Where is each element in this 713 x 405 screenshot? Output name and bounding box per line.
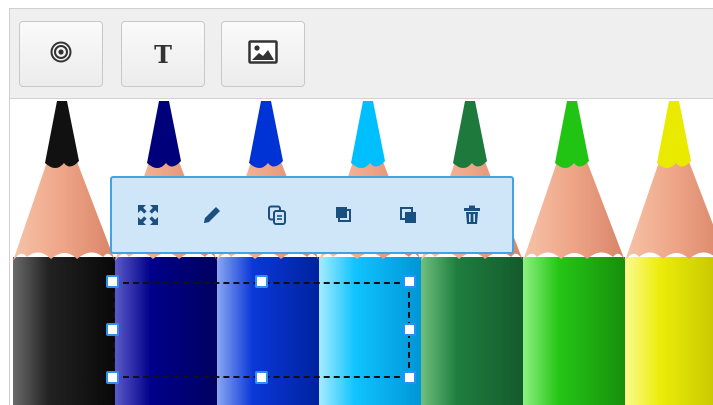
copy-icon [266, 204, 288, 231]
trash-icon [461, 204, 483, 231]
send-to-back-icon [397, 204, 419, 231]
resize-handle-bottom[interactable] [255, 371, 268, 384]
text-icon: T [154, 39, 172, 69]
resize-handle-left[interactable] [106, 323, 119, 336]
resize-handle-bottom-left[interactable] [106, 371, 119, 384]
delete-button[interactable] [459, 204, 485, 230]
resize-handle-right[interactable] [403, 323, 416, 336]
selection-box[interactable] [113, 282, 410, 378]
duplicate-button[interactable] [264, 204, 290, 230]
image-icon [248, 39, 278, 69]
toolbar: T [10, 9, 713, 99]
resize-handle-top[interactable] [255, 275, 268, 288]
element-action-popup [110, 176, 514, 254]
resize-handle-top-right[interactable] [403, 275, 416, 288]
send-to-back-button[interactable] [395, 204, 421, 230]
text-tool-button[interactable]: T [121, 21, 205, 87]
bring-to-front-icon [333, 204, 355, 231]
resize-handle-bottom-right[interactable] [403, 371, 416, 384]
shape-tool-button[interactable] [19, 21, 103, 87]
edit-button[interactable] [199, 204, 225, 230]
editor-frame: T [9, 8, 713, 405]
expand-arrows-icon [136, 203, 160, 232]
image-tool-button[interactable] [221, 21, 305, 87]
pencil-icon [201, 204, 223, 231]
resize-handle-top-left[interactable] [106, 275, 119, 288]
concentric-circles-icon [50, 41, 72, 68]
resize-button[interactable] [135, 204, 161, 230]
bring-to-front-button[interactable] [331, 204, 357, 230]
